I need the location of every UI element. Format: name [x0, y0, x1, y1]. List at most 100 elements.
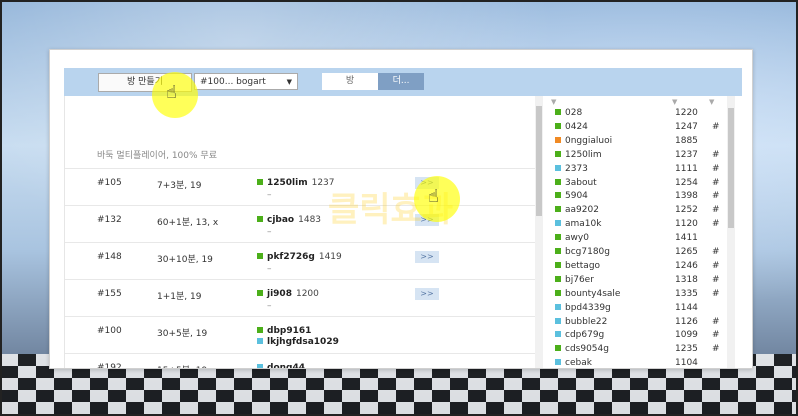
- tab-room[interactable]: 방: [322, 73, 378, 90]
- time-control: 15+5분, 19: [157, 363, 207, 368]
- sort-arrow-icon[interactable]: ▼: [672, 98, 677, 106]
- scrollbar-thumb[interactable]: [536, 106, 542, 216]
- game-row[interactable]: #105 7+3분, 19 1250lim1237–>>: [65, 168, 535, 205]
- player-list-item[interactable]: 1250lim 1237 #: [555, 150, 725, 163]
- player-list-item[interactable]: cdp679g 1099 #: [555, 330, 725, 343]
- player-list-rating: 1398: [675, 191, 698, 202]
- player-list-name-text: bpd4339g: [565, 302, 611, 313]
- player-name[interactable]: dong44: [257, 363, 309, 369]
- player-list-flag: #: [712, 219, 720, 230]
- player-list-rating: 1126: [675, 316, 698, 327]
- room-select[interactable]: #100... bogart ▼: [194, 73, 298, 90]
- join-button[interactable]: >>: [415, 288, 439, 300]
- status-square-icon: [555, 220, 561, 227]
- player-list-name: ama10k: [555, 219, 601, 229]
- player2-name[interactable]: lkjhgfdsa1029: [257, 337, 339, 347]
- player-list-name-text: cebak: [565, 358, 592, 369]
- player-list-scrollbar[interactable]: [727, 96, 735, 368]
- status-square-icon: [257, 327, 263, 333]
- game-row[interactable]: #100 30+5분, 19 dbp9161 lkjhgfdsa1029: [65, 316, 535, 353]
- player-list-flag: #: [712, 316, 720, 327]
- player-list-item[interactable]: bj76er 1318 #: [555, 275, 725, 288]
- game-row[interactable]: #148 30+10분, 19 pkf2726g 1419 – >>: [65, 242, 535, 279]
- player-list-name: 028: [555, 108, 582, 118]
- game-id: #192: [97, 363, 122, 369]
- player-list-name-text: bj76er: [565, 274, 594, 285]
- player-name-text: 1250lim: [267, 178, 308, 188]
- player-list-item[interactable]: bounty4sale 1335 #: [555, 289, 725, 302]
- player-list-item[interactable]: bettago 1246 #: [555, 261, 725, 274]
- player-list-rating: 1235: [675, 344, 698, 355]
- sort-arrow-icon[interactable]: ▼: [551, 98, 556, 106]
- player-name[interactable]: 1250lim 1237: [257, 178, 335, 188]
- status-square-icon: [257, 364, 263, 368]
- player-list-item[interactable]: bcg7180g 1265 #: [555, 247, 725, 260]
- status-square-icon: [555, 248, 561, 254]
- player-list-rating: 1318: [675, 274, 698, 285]
- player-list-name: bettago: [555, 261, 600, 271]
- player-list-name: cds9054g: [555, 344, 609, 354]
- click-highlight: ☝: [152, 72, 198, 118]
- player-list-name: cdp679g: [555, 330, 604, 340]
- player-list-item[interactable]: 2373 1111 #: [555, 164, 725, 177]
- chevron-down-icon: ▼: [286, 78, 292, 86]
- player-list-rating: 1111: [675, 163, 698, 174]
- player-list-item[interactable]: 028 1220: [555, 108, 725, 121]
- player-list-name-text: 3about: [565, 177, 597, 188]
- player-list-item[interactable]: 5904 1398 #: [555, 191, 725, 204]
- player-list-item[interactable]: 3about 1254 #: [555, 178, 725, 191]
- player-name-text: pkf2726g: [267, 252, 315, 262]
- status-square-icon: [555, 317, 561, 324]
- player-list-name-text: 1250lim: [565, 149, 602, 160]
- sort-arrow-icon[interactable]: ▼: [709, 98, 714, 106]
- player-list-flag: #: [712, 121, 720, 132]
- player-name[interactable]: ji908 1200: [257, 289, 319, 299]
- player-list-name: bpd4339g: [555, 303, 611, 313]
- game-row[interactable]: #192 15+5분, 19 dong44: [65, 353, 535, 369]
- game-row[interactable]: #132 60+1분, 13, x cjbao1483–>>: [65, 205, 535, 242]
- player-list-item[interactable]: aa9202 1252 #: [555, 205, 725, 218]
- player2-name-text: lkjhgfdsa1029: [267, 337, 339, 347]
- player-list-item[interactable]: bpd4339g 1144: [555, 303, 725, 316]
- player-list-item[interactable]: cebak 1104: [555, 358, 725, 369]
- player-list-name-text: 028: [565, 108, 583, 118]
- join-button[interactable]: >>: [415, 251, 439, 263]
- player-name[interactable]: pkf2726g 1419: [257, 252, 342, 262]
- status-square-icon: [555, 359, 561, 366]
- time-control: 60+1분, 13, x: [157, 218, 219, 228]
- player-list-item[interactable]: 0424 1247 #: [555, 122, 725, 135]
- status-square-icon: [257, 290, 263, 296]
- player-list-flag: #: [712, 330, 720, 341]
- player-list-item[interactable]: cds9054g 1235 #: [555, 344, 725, 357]
- status-square-icon: [555, 303, 561, 310]
- tab-more[interactable]: 더...: [378, 73, 424, 90]
- player-list-name: 0424: [555, 122, 588, 132]
- game-id: #132: [97, 215, 122, 225]
- player-name-text: ji908: [267, 289, 292, 299]
- scrollbar-thumb[interactable]: [728, 108, 734, 228]
- game-list-scrollbar[interactable]: [535, 96, 543, 368]
- status-square-icon: [555, 275, 561, 282]
- game-row[interactable]: #155 1+1분, 19 ji908 1200 – >>: [65, 279, 535, 316]
- player-list-rating: 1237: [675, 149, 698, 160]
- player-name-text: cjbao: [267, 215, 295, 225]
- player-list-rating: 1252: [675, 205, 698, 216]
- empty-opponent: –: [267, 190, 272, 200]
- time-control: 7+3분, 19: [157, 181, 202, 191]
- player-list-name-text: 2373: [565, 163, 588, 174]
- player-list-rating: 1335: [675, 288, 698, 299]
- status-square-icon: [257, 179, 263, 185]
- status-square-icon: [555, 122, 561, 129]
- player-name[interactable]: dbp9161: [257, 326, 315, 336]
- status-square-icon: [555, 331, 561, 338]
- player-list-flag: #: [712, 344, 720, 355]
- player-list-item[interactable]: ama10k 1120 #: [555, 219, 725, 232]
- player-list-item[interactable]: bubble22 1126 #: [555, 317, 725, 330]
- time-control: 30+10분, 19: [157, 255, 213, 265]
- player-name-text: dong44: [267, 363, 305, 369]
- player-list-item[interactable]: awy0 1411: [555, 233, 725, 246]
- player-list-item[interactable]: 0nggialuoi 1885: [555, 136, 725, 149]
- player-list-flag: #: [712, 149, 720, 160]
- player-name[interactable]: cjbao 1483: [257, 215, 321, 225]
- player-list-rating: 1411: [675, 233, 698, 244]
